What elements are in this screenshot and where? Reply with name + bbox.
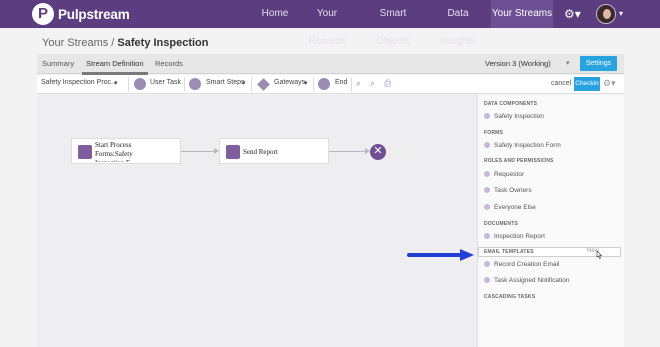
chevron-down-icon[interactable]: ▾ (619, 9, 623, 18)
section-email-templates: EMAIL TEMPLATES (484, 249, 534, 255)
nav-link-your-streams[interactable]: Your Streams (491, 0, 553, 28)
send-report-label: Send Report (243, 148, 278, 156)
zoom-in-icon[interactable]: ⌕ (356, 78, 361, 89)
nav-link-data-insights[interactable]: Data Insights (430, 0, 486, 47)
nav-link-your-records[interactable]: Your Records (298, 0, 356, 47)
tab-records[interactable]: Records (155, 59, 183, 68)
tab-stream-definition[interactable]: Stream Definition (82, 59, 148, 75)
list-item[interactable]: Requestor (484, 171, 524, 178)
user-task-button[interactable]: User Task (150, 79, 181, 86)
list-item[interactable]: Safety Inspection (484, 113, 544, 120)
chevron-down-icon[interactable]: ▾ (242, 79, 246, 87)
settings-button[interactable]: Settings (580, 56, 617, 71)
arrow-annotation-icon (407, 249, 474, 261)
list-item[interactable]: Inspection Report (484, 233, 545, 240)
list-item[interactable]: Safety Inspection Form (484, 142, 561, 149)
node-label-line: Start Process (95, 141, 132, 149)
end-button[interactable]: End (335, 79, 347, 86)
zoom-out-icon[interactable]: ⌕ (370, 78, 375, 89)
item-label: Task Assigned Notification (494, 277, 570, 284)
gear-icon[interactable]: ⚙▾ (564, 7, 581, 21)
page-title: Your Streams / Safety Inspection (42, 37, 209, 49)
dot-icon (484, 113, 490, 119)
node-label-line: Inspection F... (95, 159, 135, 162)
list-item[interactable]: Record Creation Email (484, 261, 559, 268)
avatar[interactable] (596, 4, 616, 24)
node-label-line: Forms:Safety (95, 150, 133, 158)
cancel-link[interactable]: cancel (551, 80, 571, 87)
dot-icon (484, 277, 490, 283)
list-item[interactable]: Task Assigned Notification (484, 277, 570, 284)
dot-icon (484, 171, 490, 177)
smart-steps-button[interactable]: Smart Steps (206, 79, 245, 86)
section-cascading-tasks: CASCADING TASKS (484, 294, 536, 300)
logo-icon (32, 3, 54, 25)
toolbar-divider (251, 77, 252, 92)
user-task-icon[interactable] (134, 78, 146, 90)
item-label: Task Owners (494, 187, 532, 194)
brand-name: Pulpstream (58, 6, 130, 22)
section-documents: DOCUMENTS (484, 221, 519, 227)
send-report-node[interactable]: Send Report (219, 138, 329, 164)
close-end-icon[interactable]: ✕ (370, 144, 386, 160)
dot-icon (484, 187, 490, 193)
item-label: Everyone Else (494, 204, 536, 211)
process-canvas[interactable] (37, 95, 477, 347)
form-icon (78, 145, 92, 159)
flow-connector (181, 151, 215, 152)
toolbar-divider (313, 77, 314, 92)
start-process-node[interactable]: Start Process Forms:Safety Inspection F.… (71, 138, 181, 164)
chevron-down-icon[interactable]: ▾ (566, 59, 570, 67)
start-process-label: Start Process Forms:Safety Inspection F.… (95, 141, 135, 162)
item-label: Record Creation Email (494, 261, 560, 268)
list-item[interactable]: Task Owners (484, 187, 532, 194)
version-select[interactable]: Version 3 (Working) (485, 59, 551, 68)
item-label: Safety Inspection Form (494, 142, 561, 149)
item-label: Requestor (494, 171, 524, 178)
gateways-button[interactable]: Gateways (274, 79, 305, 86)
nav-link-smart-objects[interactable]: Smart Objects (362, 0, 424, 47)
list-item[interactable]: Everyone Else (484, 204, 536, 211)
section-data-components: DATA COMPONENTS (484, 101, 538, 107)
breadcrumb-parent[interactable]: Your Streams / (42, 37, 114, 49)
stream-select[interactable]: Safety Inspection Proc... (41, 79, 117, 86)
cursor-icon (596, 251, 602, 259)
smart-steps-icon[interactable] (189, 78, 201, 90)
toolbar-divider (351, 77, 352, 92)
item-label: Safety Inspection (494, 113, 544, 120)
dot-icon (484, 261, 490, 267)
nav-link-home[interactable]: Home (258, 0, 292, 28)
toolbar-divider (128, 77, 129, 92)
item-label: Inspection Report (494, 233, 545, 240)
checkin-button[interactable]: Checkin (574, 77, 600, 91)
end-icon[interactable] (318, 78, 330, 90)
dot-icon (484, 204, 490, 210)
print-icon[interactable]: ⎙ (384, 78, 391, 89)
dot-icon (484, 233, 490, 239)
brand-logo[interactable]: Pulpstream (32, 3, 130, 25)
dot-icon (484, 142, 490, 148)
gear-icon[interactable]: ⚙▾ (603, 78, 616, 89)
breadcrumb-current: Safety Inspection (117, 37, 209, 49)
email-icon (226, 145, 240, 159)
chevron-down-icon[interactable]: ▾ (304, 79, 308, 87)
chevron-down-icon[interactable]: ▾ (114, 79, 118, 87)
flow-connector (329, 151, 366, 152)
toolbar (37, 75, 624, 94)
section-forms: FORMS (484, 130, 504, 136)
section-roles-and-permissions: ROLES AND PERMISSIONS (484, 158, 554, 164)
toolbar-divider (184, 77, 185, 92)
tab-summary[interactable]: Summary (42, 59, 74, 68)
